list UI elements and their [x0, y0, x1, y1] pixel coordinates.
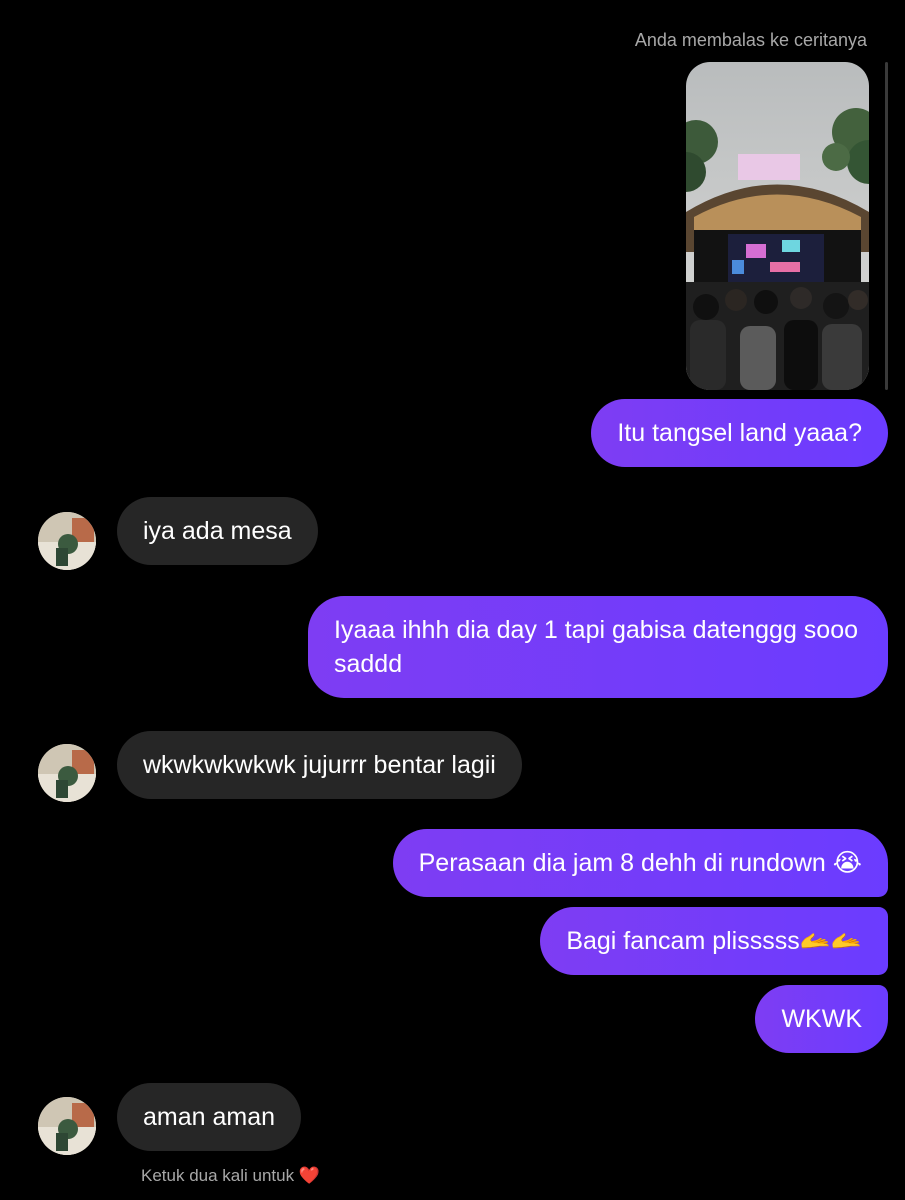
- message-outgoing[interactable]: Perasaan dia jam 8 dehh di rundown 😭: [392, 829, 888, 897]
- message-outgoing[interactable]: Itu tangsel land yaaa?: [591, 399, 888, 467]
- avatar[interactable]: [38, 1097, 96, 1155]
- story-thumbnail[interactable]: [686, 62, 869, 390]
- avatar-image: [38, 512, 96, 570]
- message-outgoing[interactable]: Iyaaa ihhh dia day 1 tapi gabisa datengg…: [308, 596, 888, 698]
- avatar[interactable]: [38, 512, 96, 570]
- concert-stage-image: [686, 62, 869, 390]
- message-incoming[interactable]: iya ada mesa: [117, 497, 318, 565]
- message-incoming[interactable]: wkwkwkwkwk jujurrr bentar lagii: [117, 731, 522, 799]
- double-tap-hint: Ketuk dua kali untuk ❤️: [141, 1166, 320, 1186]
- story-reply-note: Anda membalas ke ceritanya: [634, 30, 867, 50]
- message-outgoing[interactable]: WKWK: [755, 985, 888, 1053]
- double-tap-hint-text: Ketuk dua kali untuk: [141, 1166, 295, 1185]
- avatar[interactable]: [38, 744, 96, 802]
- avatar-image: [38, 744, 96, 802]
- avatar-image: [38, 1097, 96, 1155]
- heart-icon: ❤️: [298, 1166, 321, 1185]
- message-outgoing[interactable]: Bagi fancam plisssss🫴🫴: [540, 907, 888, 975]
- message-incoming[interactable]: aman aman: [117, 1083, 302, 1151]
- scrollbar[interactable]: [885, 62, 888, 390]
